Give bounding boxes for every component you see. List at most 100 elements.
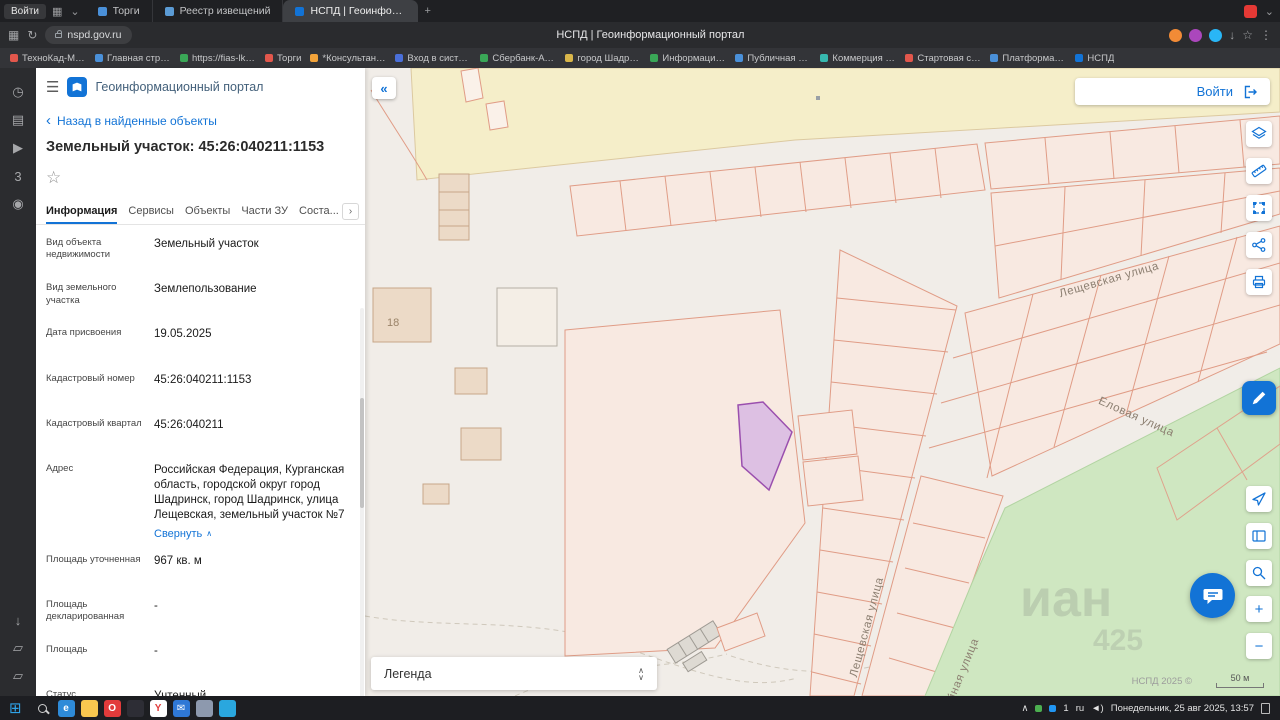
menu-hamburger-icon[interactable]: ☰	[46, 78, 59, 96]
browser-tab[interactable]: НСПД | Геоинформац...	[283, 0, 419, 22]
field-value: 19.05.2025	[154, 328, 212, 341]
favorite-star-icon[interactable]: ☆	[46, 168, 66, 188]
avatar-icon[interactable]	[1209, 28, 1223, 42]
taskbar-app-icon[interactable]: Y	[149, 699, 167, 717]
bookmark-item[interactable]: *КонсультантПлю...	[310, 53, 386, 64]
bookmark-favicon	[265, 54, 273, 62]
browser-tab[interactable]: Реестр извещений	[153, 0, 284, 22]
browser-addressbar: ▦ ↻ nspd.gov.ru НСПД | Геоинформационный…	[0, 22, 1280, 48]
avatar-icon[interactable]	[1169, 28, 1183, 42]
collapse-panel-button[interactable]: «	[372, 77, 396, 99]
ruler-button[interactable]	[1246, 158, 1272, 184]
bookmark-favicon	[10, 54, 18, 62]
start-button[interactable]: ⊞	[4, 699, 27, 717]
protect-icon[interactable]: ▦	[8, 28, 19, 42]
bookmark-item[interactable]: Торги	[265, 53, 301, 64]
measure-area-button[interactable]	[1246, 195, 1272, 221]
taskbar-app-icon[interactable]	[195, 699, 213, 717]
taskbar-app-icon[interactable]: ✉	[172, 699, 190, 717]
bookmark-item[interactable]: Публичная кадас...	[735, 53, 811, 64]
tray-chevron-icon[interactable]: ∧	[1021, 703, 1028, 714]
panels-button[interactable]	[1246, 523, 1272, 549]
tray-icon[interactable]	[1049, 704, 1057, 712]
legend-toggle-icon[interactable]: ∧ ∨	[638, 666, 644, 681]
legend-bar[interactable]: Легенда ∧ ∨	[371, 657, 657, 690]
bookmark-item[interactable]: город Шадринск...	[565, 53, 641, 64]
tab-dropdown-icon[interactable]: ⌄	[68, 5, 81, 18]
sidebar-icon[interactable]: ◉	[0, 190, 36, 218]
panel-tab[interactable]: Части ЗУ	[241, 199, 288, 224]
collapse-address-link[interactable]: Свернуть ∧	[154, 528, 212, 540]
downloads-icon[interactable]: ↓	[1229, 28, 1235, 42]
field-value: Землепользование	[154, 283, 257, 296]
bookmark-item[interactable]: Информация о р...	[650, 53, 726, 64]
bookmark-item[interactable]: Коммерция МО.Х...	[820, 53, 896, 64]
bookmark-star-icon[interactable]: ☆	[1242, 28, 1253, 42]
bookmark-item[interactable]: https://fias-lk.nal...	[180, 53, 256, 64]
language-indicator[interactable]: ru	[1076, 703, 1084, 714]
new-tab-button[interactable]: +	[422, 5, 432, 17]
bookmark-favicon	[820, 54, 829, 62]
chat-button[interactable]	[1190, 573, 1235, 618]
bookmark-item[interactable]: Стартовая стран...	[905, 53, 981, 64]
recording-indicator-icon[interactable]	[1243, 4, 1257, 18]
bookmark-item[interactable]: Главная страниц...	[95, 53, 171, 64]
bookmark-item[interactable]: ТехноКад-Муниц...	[10, 53, 86, 64]
taskbar-app-icon[interactable]: e	[57, 699, 75, 717]
tray-icon[interactable]	[1035, 704, 1043, 712]
panel-scrollbar[interactable]	[360, 308, 364, 696]
zoom-out-button[interactable]: −	[1246, 633, 1272, 659]
layers-button[interactable]	[1246, 121, 1272, 147]
sidebar-icon[interactable]: ▱	[0, 662, 36, 690]
bookmark-favicon	[990, 54, 999, 62]
tab-scroll-button[interactable]: ›	[342, 203, 359, 220]
bookmark-item[interactable]: НСПД	[1075, 53, 1114, 64]
print-button[interactable]	[1246, 269, 1272, 295]
panel-tab[interactable]: Объекты	[185, 199, 230, 224]
tab-search-icon[interactable]: ⌄	[1263, 5, 1276, 18]
panel-tab[interactable]: Соста...	[299, 199, 338, 224]
field-value: -	[154, 644, 158, 657]
pinned-tab-login[interactable]: Войти	[4, 3, 46, 19]
bookmark-item[interactable]: Вход в систему З...	[395, 53, 471, 64]
legend-label: Легенда	[384, 666, 432, 681]
zoom-in-button[interactable]: +	[1246, 596, 1272, 622]
browser-menu-icon[interactable]: ⋮	[1260, 28, 1272, 42]
sidebar-icon[interactable]: ↓	[0, 606, 36, 634]
sidebar-icon[interactable]: ◷	[0, 78, 36, 106]
url-field[interactable]: nspd.gov.ru	[45, 26, 132, 44]
sidebar-icon[interactable]: ▱	[0, 634, 36, 662]
login-button[interactable]: Войти	[1075, 78, 1270, 105]
map-container[interactable]: иан 425 18 Лещевская улица Лещевская ули…	[365, 68, 1280, 696]
back-link[interactable]: ‹ Назад в найденные объекты	[36, 113, 365, 128]
taskbar-app-icon[interactable]	[80, 699, 98, 717]
speaker-icon[interactable]: ◄)	[1091, 703, 1104, 714]
panel-tab[interactable]: Информация	[46, 199, 118, 224]
field-label: Площадь	[46, 643, 88, 655]
share-button[interactable]	[1246, 232, 1272, 258]
browser-sidebar: ◷ ▤ ▶ 3 ◉ ↓ ▱ ▱	[0, 68, 36, 696]
draw-feedback-button[interactable]	[1242, 381, 1276, 415]
sidebar-icon[interactable]: 3	[0, 162, 36, 190]
taskbar-app-icon[interactable]	[126, 699, 144, 717]
bookmark-item[interactable]: Сбербанк-АСТ - З...	[480, 53, 556, 64]
avatar-icon[interactable]	[1189, 28, 1203, 42]
notifications-icon[interactable]	[1261, 702, 1270, 714]
field-row: Площадь - ∧	[46, 638, 353, 683]
lock-icon	[55, 29, 63, 38]
field-label: Кадастровый квартал	[46, 417, 142, 429]
map-canvas[interactable]: иан 425 18 Лещевская улица Лещевская ули…	[365, 68, 1280, 696]
taskbar-app-icon[interactable]	[218, 699, 236, 717]
browser-tab[interactable]: Торги	[86, 0, 153, 22]
sidebar-icon[interactable]: ▤	[0, 106, 36, 134]
taskbar-search-icon[interactable]	[37, 703, 47, 713]
refresh-icon[interactable]: ↻	[27, 28, 37, 42]
search-area-button[interactable]	[1246, 560, 1272, 586]
panel-tab[interactable]: Сервисы	[128, 199, 174, 224]
bookmark-item[interactable]: Платформа госу...	[990, 53, 1066, 64]
taskbar-app-icon[interactable]: O	[103, 699, 121, 717]
locate-button[interactable]	[1246, 486, 1272, 512]
tab-groups-icon[interactable]: ▦	[50, 5, 64, 18]
sidebar-icon[interactable]: ▶	[0, 134, 36, 162]
taskbar-clock[interactable]: Понедельник, 25 авг 2025, 13:57	[1111, 703, 1254, 714]
